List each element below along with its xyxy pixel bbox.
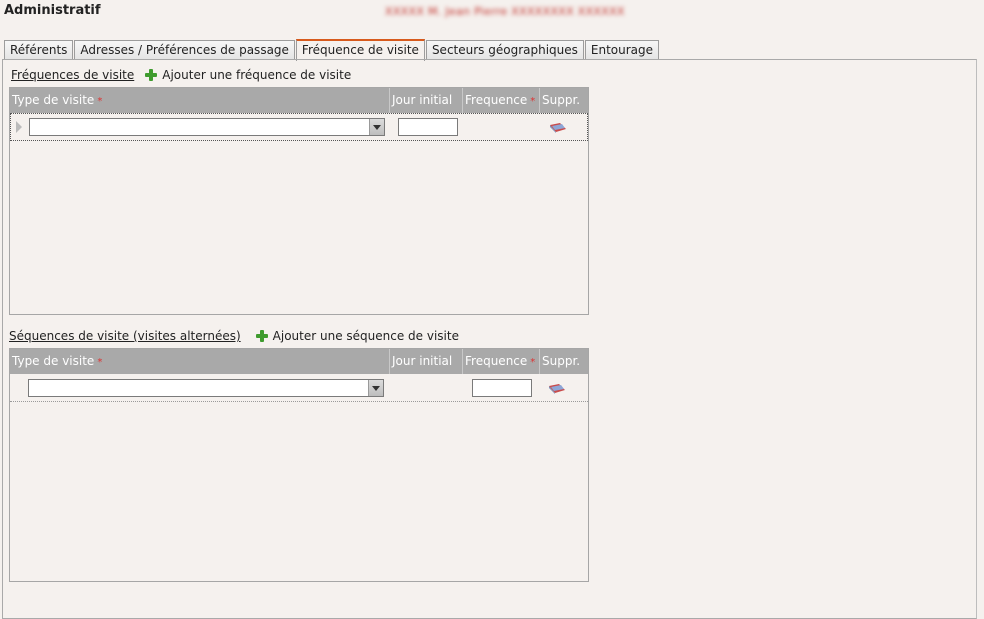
jour-initial-input[interactable] [398,118,458,136]
tab-bar: Référents Adresses / Préférences de pass… [4,39,660,61]
tab-adresses-preferences[interactable]: Adresses / Préférences de passage [74,40,295,60]
add-sequence-button[interactable]: Ajouter une séquence de visite [255,329,459,343]
page-title: Administratif [4,3,101,18]
add-sequence-label: Ajouter une séquence de visite [272,329,459,343]
column-type-de-visite: Type de visite * [10,88,390,113]
chevron-down-icon[interactable] [368,380,383,396]
table-row[interactable] [10,374,588,402]
tab-referents[interactable]: Référents [4,40,74,60]
eraser-icon[interactable] [549,123,567,133]
required-marker: * [530,357,536,368]
patient-name: XXXXX M. Jean Pierre XXXXXXXX XXXXXX [385,5,625,18]
column-suppr: Suppr. [542,354,581,368]
add-frequency-button[interactable]: Ajouter une fréquence de visite [145,68,351,82]
column-type-de-visite: Type de visite * [10,349,390,374]
grid-header: Type de visite * Jour initial Frequence * … [10,88,588,113]
column-jour-initial: Jour initial [390,349,463,374]
frequence-input[interactable] [472,379,532,397]
add-frequency-label: Ajouter une fréquence de visite [162,68,352,82]
tab-secteurs-geographiques[interactable]: Secteurs géographiques [425,40,584,60]
visit-type-select[interactable] [28,379,384,397]
required-marker: * [530,96,536,107]
frequencies-header: Fréquences de visite Ajouter une fréquen… [11,68,351,82]
column-jour-initial: Jour initial [390,88,463,113]
tab-entourage[interactable]: Entourage [584,40,660,60]
chevron-down-icon[interactable] [369,119,384,135]
tab-frequence-de-visite[interactable]: Fréquence de visite [295,39,425,61]
required-marker: * [97,357,103,368]
table-row[interactable] [10,113,588,141]
sequences-grid: Type de visite * Jour initial Frequence * … [9,348,589,582]
required-marker: * [97,96,103,107]
frequencies-title: Fréquences de visite [11,68,135,82]
sequences-title: Séquences de visite (visites alternées) [9,329,241,343]
column-frequence: Frequence * [463,88,540,113]
row-indicator-icon [16,121,22,133]
plus-icon [255,330,268,342]
column-suppr: Suppr. [542,93,581,107]
column-frequence: Frequence * [463,349,540,374]
visit-type-select[interactable] [29,118,385,136]
frequencies-grid: Type de visite * Jour initial Frequence * … [9,87,589,315]
sequences-header: Séquences de visite (visites alternées) … [9,329,459,343]
eraser-icon[interactable] [548,384,566,394]
plus-icon [145,69,158,81]
grid-header: Type de visite * Jour initial Frequence * … [10,349,588,374]
